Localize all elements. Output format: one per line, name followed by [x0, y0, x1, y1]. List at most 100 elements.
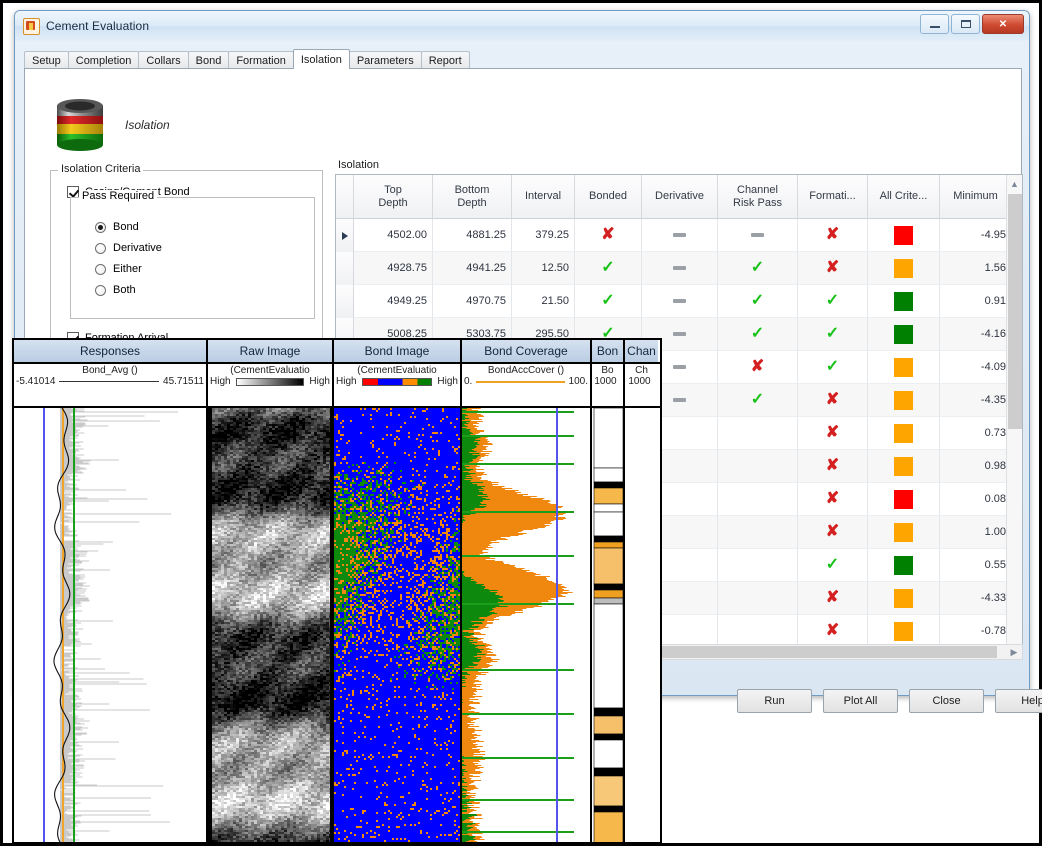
cell-derivative[interactable] — [642, 285, 718, 318]
tab-completion[interactable]: Completion — [68, 51, 140, 69]
tab-setup[interactable]: Setup — [24, 51, 69, 69]
cell-channel-risk-pass[interactable]: ✘ — [718, 351, 798, 384]
cell-formation[interactable]: ✘ — [798, 582, 868, 615]
table-row[interactable]: 4928.754941.2512.50✓✓✘1.563.115.78 — [336, 252, 1022, 285]
track-body-channel-flag[interactable] — [625, 408, 658, 844]
cell-channel-risk-pass[interactable] — [718, 417, 798, 450]
track-body-bond-coverage[interactable] — [462, 408, 592, 844]
cell-minimum[interactable]: -4.35 — [940, 384, 1012, 417]
minimize-button[interactable] — [920, 14, 949, 34]
cell-all-criteria[interactable] — [868, 384, 940, 417]
track-title-0[interactable]: Responses — [14, 340, 208, 362]
row-header[interactable] — [336, 252, 354, 285]
cell-all-criteria[interactable] — [868, 450, 940, 483]
cell-minimum[interactable]: 1.56 — [940, 252, 1012, 285]
cell-minimum[interactable]: -4.33 — [940, 582, 1012, 615]
cell-bonded[interactable]: ✓ — [575, 285, 642, 318]
cell-minimum[interactable]: 0.98 — [940, 450, 1012, 483]
cell-minimum[interactable]: 0.91 — [940, 285, 1012, 318]
grid-header-1[interactable]: Bottom Depth — [433, 175, 512, 218]
track-title-5[interactable]: Chan — [625, 340, 658, 362]
cell-all-criteria[interactable] — [868, 351, 940, 384]
cell-all-criteria[interactable] — [868, 417, 940, 450]
cell-formation[interactable]: ✘ — [798, 219, 868, 252]
track-title-1[interactable]: Raw Image — [208, 340, 334, 362]
cell-minimum[interactable]: 1.00 — [940, 516, 1012, 549]
grid-header-3[interactable]: Bonded — [575, 175, 642, 218]
track-body-bond-image[interactable] — [334, 408, 462, 844]
cell-formation[interactable]: ✘ — [798, 450, 868, 483]
run-button[interactable]: Run — [737, 689, 812, 713]
cell-minimum[interactable]: -4.95 — [940, 219, 1012, 252]
cell-derivative[interactable] — [642, 252, 718, 285]
cell-channel-risk-pass[interactable] — [718, 516, 798, 549]
tab-isolation[interactable]: Isolation — [293, 49, 350, 69]
cell-all-criteria[interactable] — [868, 549, 940, 582]
track-title-2[interactable]: Bond Image — [334, 340, 462, 362]
cell-formation[interactable]: ✘ — [798, 384, 868, 417]
grid-vertical-scrollbar[interactable]: ▲ ▼ — [1006, 175, 1022, 655]
track-body-bond-flag[interactable] — [592, 408, 625, 844]
track-title-3[interactable]: Bond Coverage — [462, 340, 592, 362]
cell-channel-risk-pass[interactable]: ✓ — [718, 285, 798, 318]
plot-all-button[interactable]: Plot All — [823, 689, 898, 713]
close-button[interactable]: ✕ — [982, 14, 1024, 34]
cell-top-depth[interactable]: 4949.25 — [354, 285, 433, 318]
cell-top-depth[interactable]: 4928.75 — [354, 252, 433, 285]
cell-interval[interactable]: 12.50 — [512, 252, 575, 285]
cell-minimum[interactable]: -4.16 — [940, 318, 1012, 351]
cell-formation[interactable]: ✓ — [798, 285, 868, 318]
cell-formation[interactable]: ✘ — [798, 483, 868, 516]
grid-header-6[interactable]: Formati... — [798, 175, 868, 218]
radio-either[interactable]: Either — [95, 263, 142, 275]
cell-channel-risk-pass[interactable]: ✓ — [718, 252, 798, 285]
tab-bond[interactable]: Bond — [188, 51, 230, 69]
close-button[interactable]: Close — [909, 689, 984, 713]
tab-collars[interactable]: Collars — [138, 51, 188, 69]
cell-interval[interactable]: 379.25 — [512, 219, 575, 252]
cell-bottom-depth[interactable]: 4970.75 — [433, 285, 512, 318]
cell-channel-risk-pass[interactable] — [718, 549, 798, 582]
cell-bottom-depth[interactable]: 4941.25 — [433, 252, 512, 285]
cell-channel-risk-pass[interactable]: ✓ — [718, 318, 798, 351]
row-header[interactable] — [336, 285, 354, 318]
cell-channel-risk-pass[interactable] — [718, 450, 798, 483]
cell-channel-risk-pass[interactable]: ✓ — [718, 384, 798, 417]
cell-all-criteria[interactable] — [868, 516, 940, 549]
cell-bottom-depth[interactable]: 4881.25 — [433, 219, 512, 252]
grid-header-5[interactable]: Channel Risk Pass — [718, 175, 798, 218]
cell-top-depth[interactable]: 4502.00 — [354, 219, 433, 252]
grid-header-0[interactable]: Top Depth — [354, 175, 433, 218]
tab-formation[interactable]: Formation — [228, 51, 294, 69]
tab-parameters[interactable]: Parameters — [349, 51, 422, 69]
cell-all-criteria[interactable] — [868, 318, 940, 351]
table-row[interactable]: 4949.254970.7521.50✓✓✓0.913.7332.02 — [336, 285, 1022, 318]
maximize-button[interactable] — [951, 14, 980, 34]
help-button[interactable]: Help — [995, 689, 1042, 713]
cell-all-criteria[interactable] — [868, 219, 940, 252]
tab-report[interactable]: Report — [421, 51, 470, 69]
table-row[interactable]: 4502.004881.25379.25✘✘-4.952.4232.02 — [336, 219, 1022, 252]
cell-all-criteria[interactable] — [868, 582, 940, 615]
cell-formation[interactable]: ✓ — [798, 318, 868, 351]
row-header[interactable] — [336, 219, 354, 252]
track-title-4[interactable]: Bon — [592, 340, 625, 362]
cell-formation[interactable]: ✓ — [798, 549, 868, 582]
grid-header-2[interactable]: Interval — [512, 175, 575, 218]
cell-derivative[interactable] — [642, 219, 718, 252]
cell-all-criteria[interactable] — [868, 285, 940, 318]
grid-header-4[interactable]: Derivative — [642, 175, 718, 218]
grid-header-8[interactable]: Minimum — [940, 175, 1012, 218]
cell-all-criteria[interactable] — [868, 483, 940, 516]
cell-channel-risk-pass[interactable] — [718, 582, 798, 615]
cell-minimum[interactable]: 0.55 — [940, 549, 1012, 582]
cell-formation[interactable]: ✓ — [798, 351, 868, 384]
scroll-right-icon[interactable]: ▶ — [1006, 647, 1022, 658]
track-body-responses[interactable] — [14, 408, 208, 844]
cell-minimum[interactable]: -4.09 — [940, 351, 1012, 384]
cell-formation[interactable]: ✘ — [798, 417, 868, 450]
cell-interval[interactable]: 21.50 — [512, 285, 575, 318]
cell-channel-risk-pass[interactable] — [718, 219, 798, 252]
cell-channel-risk-pass[interactable] — [718, 483, 798, 516]
cell-bonded[interactable]: ✘ — [575, 219, 642, 252]
